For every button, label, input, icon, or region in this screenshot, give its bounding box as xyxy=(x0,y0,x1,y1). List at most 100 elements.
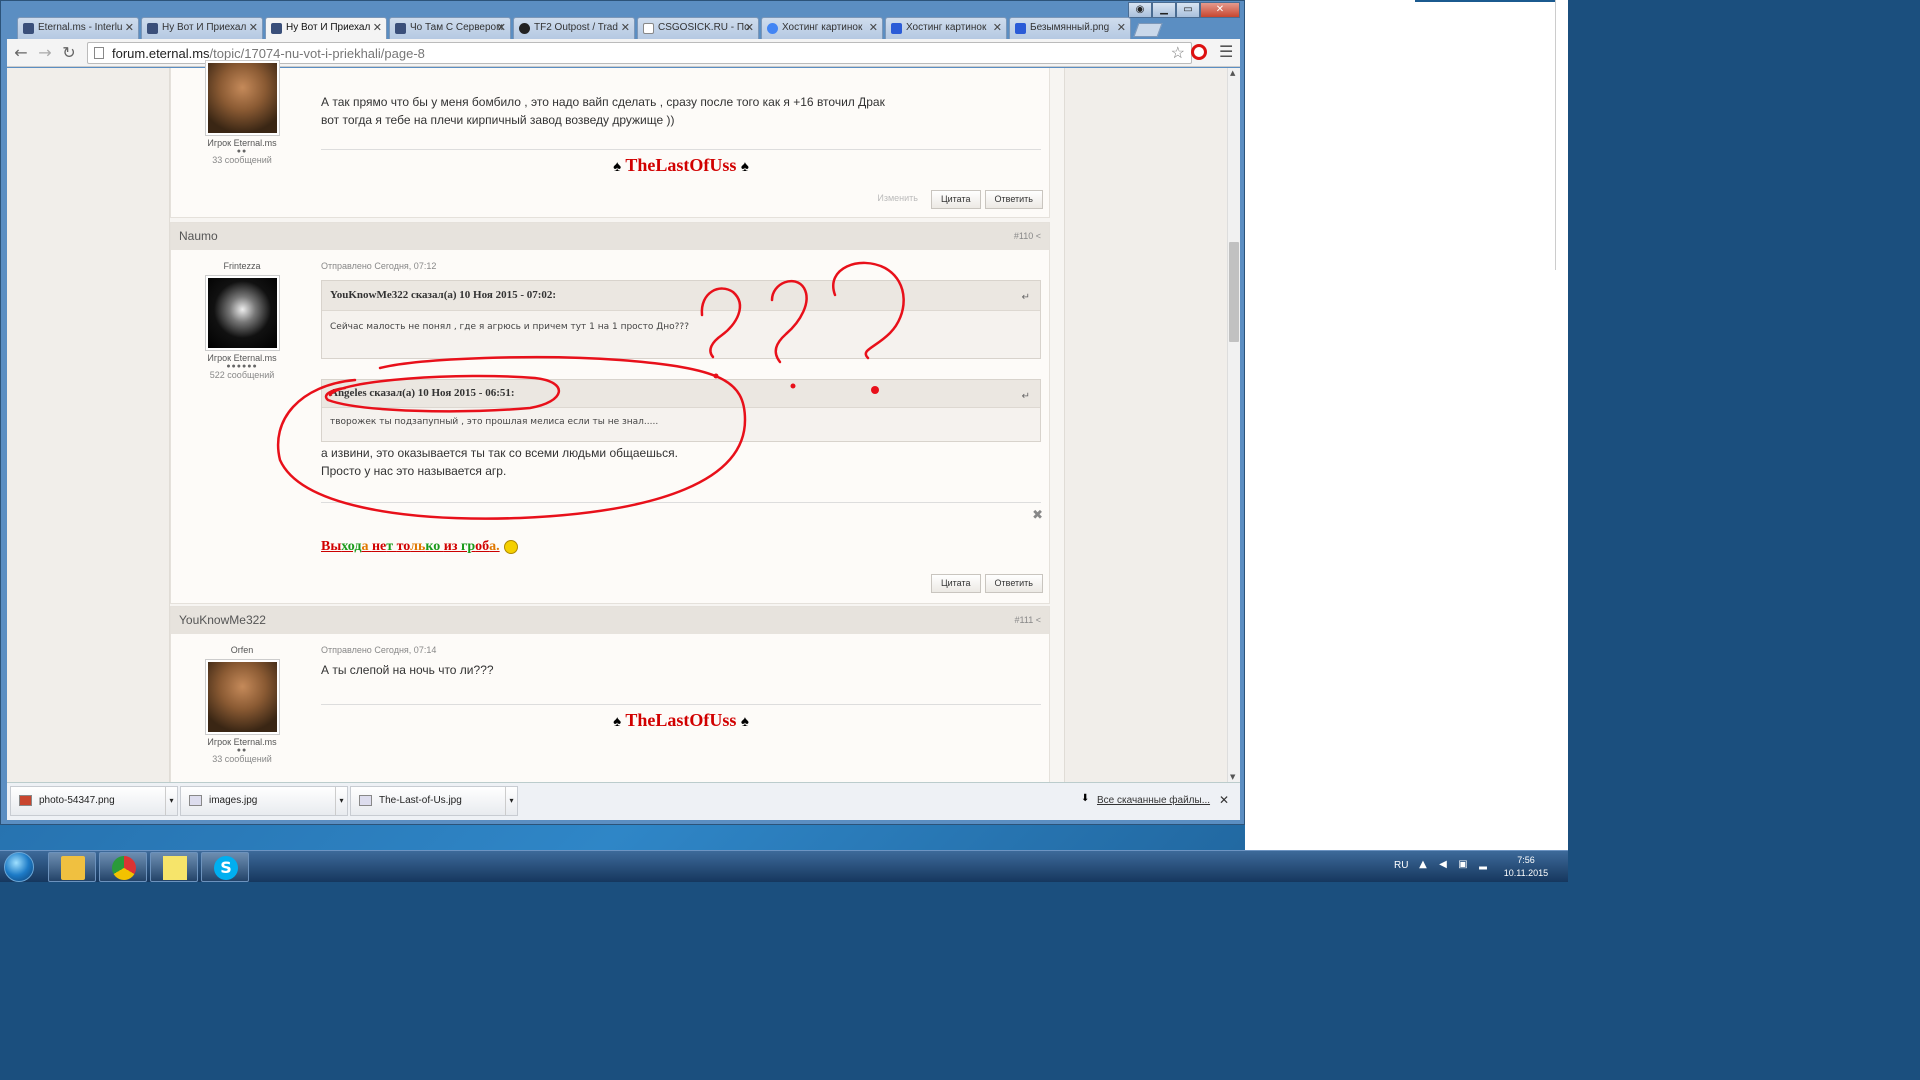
eternal-icon xyxy=(271,23,282,34)
menu-icon[interactable]: ☰ xyxy=(1219,42,1233,61)
taskbar-sticky-notes[interactable] xyxy=(150,852,198,882)
taskbar-chrome[interactable] xyxy=(99,852,147,882)
bookmark-star-icon[interactable]: ☆ xyxy=(1171,43,1185,63)
tab-csgosick[interactable]: CSGOSICK.RU - По ✕ xyxy=(637,17,759,39)
avatar[interactable] xyxy=(204,659,280,735)
tab-eternal[interactable]: Eternal.ms - Interlu ✕ xyxy=(17,17,139,39)
signal-icon[interactable]: ▂ xyxy=(1476,859,1490,873)
avatar[interactable] xyxy=(204,275,280,351)
quote-button[interactable]: Цитата xyxy=(930,574,981,593)
reload-icon[interactable]: ↻ xyxy=(59,43,79,63)
maximize-button[interactable]: ▭ xyxy=(1176,2,1200,18)
sticky-notes-icon xyxy=(163,856,187,880)
download-item[interactable]: photo-54347.png ▾ xyxy=(10,786,178,816)
post-actions: Цитата Ответить xyxy=(930,574,1043,593)
system-clock[interactable]: 7:56 10.11.2015 xyxy=(1500,854,1552,880)
tab-nu-vot-1[interactable]: Ну Вот И Приехал ✕ xyxy=(141,17,263,39)
post-author-name[interactable]: YouKnowMe322 xyxy=(179,613,266,627)
all-downloads-link[interactable]: Все скачанные файлы... xyxy=(1097,795,1210,806)
eternal-icon xyxy=(23,23,34,34)
chrome-icon xyxy=(112,856,136,880)
post-actions: Изменить Цитата Ответить xyxy=(868,190,1043,209)
user-icon[interactable]: ◉ xyxy=(1128,2,1152,18)
forward-icon[interactable]: → xyxy=(35,43,55,63)
second-window-strip xyxy=(1555,0,1568,270)
post-body: А ты слепой на ночь что ли??? xyxy=(321,663,494,677)
quote-jump-icon[interactable]: ↵ xyxy=(1022,292,1030,303)
close-tab-icon[interactable]: ✕ xyxy=(869,21,878,34)
downloads-bar: photo-54347.png ▾ images.jpg ▾ The-Last-of… xyxy=(7,782,1240,820)
reply-button[interactable]: Ответить xyxy=(984,574,1043,593)
scroll-down-icon[interactable]: ▼ xyxy=(1230,773,1235,781)
second-window-area xyxy=(1245,0,1568,850)
tab-hosting-k[interactable]: Хостинг картинок ✕ xyxy=(885,17,1007,39)
taskbar-explorer[interactable] xyxy=(48,852,96,882)
scroll-up-icon[interactable]: ▲ xyxy=(1230,69,1235,77)
image-file-icon xyxy=(189,795,202,806)
page-scrollbar[interactable]: ▲ ▼ xyxy=(1227,68,1240,782)
post-author-name[interactable]: Naumo xyxy=(179,229,218,243)
tab-bezymyanny[interactable]: Безымянный.png ✕ xyxy=(1009,17,1131,39)
taskbar-skype[interactable]: S xyxy=(201,852,249,882)
eternal-icon xyxy=(147,23,158,34)
minimize-button[interactable]: ▁ xyxy=(1152,2,1176,18)
signature: ♠ TheLastOfUss ♠ xyxy=(613,155,749,175)
close-downloads-icon[interactable]: ✕ xyxy=(1219,793,1229,807)
close-tab-icon[interactable]: ✕ xyxy=(745,21,754,34)
close-tab-icon[interactable]: ✕ xyxy=(125,21,134,34)
scroll-thumb[interactable] xyxy=(1229,242,1239,342)
tray-expand-icon[interactable]: ▲ xyxy=(1416,859,1430,873)
tab-tf2-outpost[interactable]: TF2 Outpost / Trad ✕ xyxy=(513,17,635,39)
quote-jump-icon[interactable]: ↵ xyxy=(1022,391,1030,402)
tab-strip: Eternal.ms - Interlu ✕ Ну Вот И Приехал ✕ … xyxy=(7,17,1135,40)
download-item[interactable]: images.jpg ▾ xyxy=(180,786,348,816)
quote-button[interactable]: Цитата xyxy=(930,190,981,209)
second-window-edge xyxy=(1415,0,1568,2)
chevron-down-icon[interactable]: ▾ xyxy=(505,787,517,815)
signature: Выхода нет только из гроба. xyxy=(321,539,518,555)
quote-block: Angeles сказал(а) 10 Ноя 2015 - 06:51: ↵… xyxy=(321,379,1041,442)
quote-body: Сейчас малость не понял , где я агрюсь и… xyxy=(330,322,689,332)
language-indicator[interactable]: RU xyxy=(1394,860,1408,871)
tab-nu-vot-active[interactable]: Ну Вот И Приехал ✕ xyxy=(265,17,387,40)
chevron-down-icon[interactable]: ▾ xyxy=(165,787,177,815)
volume-icon[interactable]: ◀ xyxy=(1436,859,1450,873)
share-icon[interactable]: < xyxy=(1036,231,1041,241)
close-tab-icon[interactable]: ✕ xyxy=(373,21,382,34)
share-icon[interactable]: < xyxy=(1036,615,1041,625)
close-tab-icon[interactable]: ✕ xyxy=(993,21,1002,34)
start-button[interactable] xyxy=(4,852,34,882)
extension-icon[interactable] xyxy=(1191,44,1207,60)
k-icon xyxy=(891,23,902,34)
tab-cho-tam[interactable]: Чо Там С Сервером ✕ xyxy=(389,17,511,39)
new-tab-button[interactable] xyxy=(1133,23,1163,37)
window-controls: ◉ ▁ ▭ ✕ xyxy=(1128,2,1240,18)
close-tab-icon[interactable]: ✕ xyxy=(1117,21,1126,34)
signature: ♠ TheLastOfUss ♠ xyxy=(613,710,749,730)
edit-button[interactable]: Изменить xyxy=(868,190,927,209)
tab-hosting-google[interactable]: Хостинг картинок ✕ xyxy=(761,17,883,39)
network-icon[interactable]: ▣ xyxy=(1456,859,1470,873)
post-110: Naumo #110 < Frintezza Игрок Eternal.ms … xyxy=(170,222,1050,604)
close-window-button[interactable]: ✕ xyxy=(1200,2,1240,18)
close-tab-icon[interactable]: ✕ xyxy=(497,21,506,34)
post-meta: Отправлено Сегодня, 07:12 xyxy=(321,261,437,271)
quote-body: творожек ты подзапупный , это прошлая ме… xyxy=(330,417,659,427)
avatar[interactable] xyxy=(204,60,280,136)
post-author: Orfen Игрок Eternal.ms ●● 33 сообщений xyxy=(171,645,313,764)
download-item[interactable]: The-Last-of-Us.jpg ▾ xyxy=(350,786,518,816)
folder-icon xyxy=(61,856,85,880)
back-icon[interactable]: ← xyxy=(11,43,31,63)
close-tab-icon[interactable]: ✕ xyxy=(621,21,630,34)
reply-button[interactable]: Ответить xyxy=(984,190,1043,209)
post-body: А так прямо что бы у меня бомбило , это … xyxy=(321,95,885,127)
taskbar: S RU ▲ ◀ ▣ ▂ 7:56 10.11.2015 xyxy=(0,850,1568,882)
download-icon: ⬇ xyxy=(1081,793,1090,804)
chevron-down-icon[interactable]: ▾ xyxy=(335,787,347,815)
smiley-icon xyxy=(503,539,518,554)
eternal-icon xyxy=(395,23,406,34)
close-icon[interactable]: ✖ xyxy=(1032,508,1043,523)
close-tab-icon[interactable]: ✕ xyxy=(249,21,258,34)
quote-block: YouKnowMe322 сказал(а) 10 Ноя 2015 - 07:… xyxy=(321,280,1041,359)
post-header: YouKnowMe322 #111 < xyxy=(171,607,1049,634)
